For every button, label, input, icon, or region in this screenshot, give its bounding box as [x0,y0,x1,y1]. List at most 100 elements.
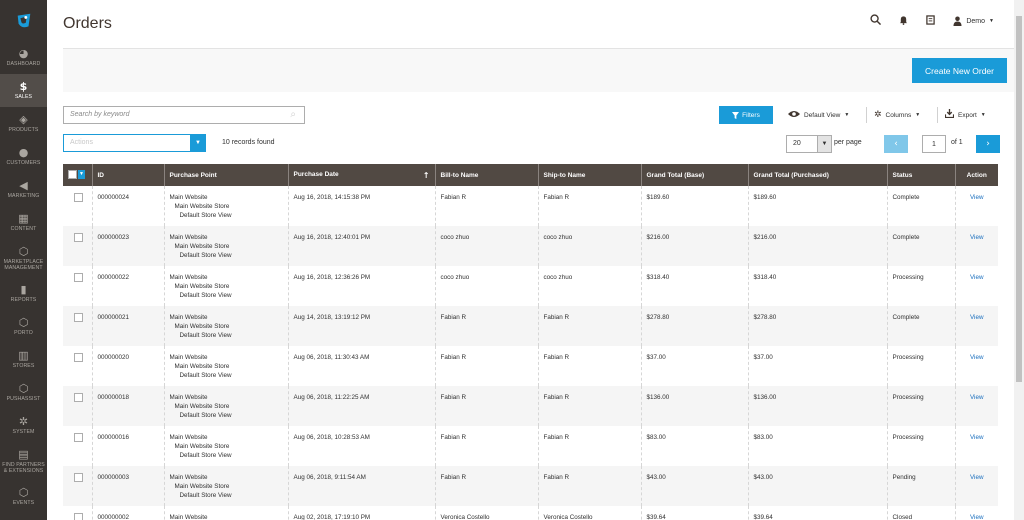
view-link[interactable]: View [954,306,998,346]
sidebar-item-label: CUSTOMERS [6,160,41,166]
sidebar-item-customers[interactable]: ● CUSTOMERS [0,140,47,173]
next-page-button[interactable]: › [976,135,1000,153]
sidebar-item-label: MARKETPLACE MANAGEMENT [3,258,44,271]
chevron-right-icon: › [986,139,990,149]
sidebar-item-find-partners-extensions[interactable]: ▤ FIND PARTNERS & EXTENSIONS [0,442,47,480]
cell-bill-to-name: Fabian R [434,306,538,346]
table-row[interactable]: 000000002Main WebsiteMain Website StoreD… [63,506,998,520]
cell-ship-to-name: Veronica Costello [537,506,641,520]
table-row[interactable]: 000000016 Main Website Main Website Store D… [63,426,998,466]
row-checkbox[interactable] [74,473,83,482]
sidebar-item-pushassist[interactable]: ⬡ PUSHASSIST [0,376,47,409]
table-row[interactable]: 000000024 Main Website Main Website Store D… [63,186,998,226]
row-checkbox[interactable] [74,233,83,242]
view-link[interactable]: View [954,466,998,506]
cell-grand-total-purchased: $39.64 [747,506,887,520]
sidebar-item-products[interactable]: ◈ PRODUCTS [0,107,47,140]
store-name: Main Website Store [174,203,230,210]
sidebar-item-label: DASHBOARD [6,61,41,67]
page-number-input[interactable]: 1 [922,135,946,153]
mass-actions-select[interactable]: Actions ▼ [63,134,206,152]
row-checkbox[interactable] [74,393,83,402]
row-checkbox-cell [63,306,92,346]
table-row[interactable]: 000000023 Main Website Main Website Store D… [63,226,998,266]
per-page-label: per page [834,139,862,146]
row-checkbox[interactable] [74,353,83,362]
view-link[interactable]: View [954,386,998,426]
magento-logo[interactable] [0,0,47,41]
table-row[interactable]: 000000020 Main Website Main Website Store D… [63,346,998,386]
sidebar-item-marketplace-management[interactable]: ⬡ MARKETPLACE MANAGEMENT [0,239,47,277]
columns-dropdown[interactable]: ✲ Columns ▼ [874,106,920,124]
sidebar-item-reports[interactable]: ▮ REPORTS [0,277,47,310]
table-row[interactable]: 000000021 Main Website Main Website Store D… [63,306,998,346]
sidebar-item-dashboard[interactable]: ◕ DASHBOARD [0,41,47,74]
search-icon[interactable]: ⌕ [290,109,296,120]
page-scrollbar[interactable] [1014,0,1024,520]
chevron-down-icon: ▼ [78,169,85,179]
store-icon: ▥ [18,349,29,362]
cell-bill-to-name: Fabian R [434,346,538,386]
select-all-checkbox[interactable]: ▼ [63,164,92,186]
view-link[interactable]: View [954,346,998,386]
row-checkbox[interactable] [74,193,83,202]
store-view-name: Default Store View [179,492,232,499]
cell-grand-total-purchased: $278.80 [747,306,887,346]
column-header-id[interactable]: ID [91,164,164,186]
column-header-purchase-date[interactable]: Purchase Date ↑ [287,164,435,186]
column-header-purchase-point[interactable]: Purchase Point [163,164,288,186]
cell-ship-to-name: Fabian R [537,186,641,226]
sidebar-item-stores[interactable]: ▥ STORES [0,343,47,376]
create-new-order-button[interactable]: Create New Order [912,58,1007,83]
website-name: Main Website [169,394,208,401]
sidebar-item-events[interactable]: ⬡ EVENTS [0,480,47,513]
sidebar-item-sales[interactable]: $ SALES [0,74,47,107]
column-header-bill-to-name[interactable]: Bill-to Name [434,164,538,186]
export-dropdown[interactable]: Export ▼ [944,106,986,124]
table-row[interactable]: 000000018 Main Website Main Website Store D… [63,386,998,426]
column-header-status[interactable]: Status [886,164,955,186]
user-icon [953,16,962,26]
view-link[interactable]: View [954,226,998,266]
previous-page-button[interactable]: ‹ [884,135,908,153]
sidebar-item-porto[interactable]: ⬡ PORTO [0,310,47,343]
sidebar-item-marketing[interactable]: ◀ MARKETING [0,173,47,206]
table-row[interactable]: 000000003 Main Website Main Website Store D… [63,466,998,506]
row-checkbox[interactable] [74,313,83,322]
view-link[interactable]: View [954,266,998,306]
row-checkbox[interactable] [74,433,83,442]
store-view-name: Default Store View [179,452,232,459]
filters-button[interactable]: Filters [719,106,773,124]
search-input[interactable]: Search by keyword ⌕ [63,106,305,124]
view-link[interactable]: View [954,186,998,226]
chevron-down-icon: ▼ [915,112,921,118]
column-header-ship-to-name[interactable]: Ship-to Name [537,164,641,186]
bell-icon[interactable] [899,15,908,28]
table-row[interactable]: 000000022 Main Website Main Website Store D… [63,266,998,306]
sidebar-item-label: MARKETING [7,193,40,199]
user-menu[interactable]: Demo ▼ [953,16,994,26]
store-view-name: Default Store View [179,252,232,259]
sidebar-item-label: SYSTEM [12,429,35,435]
store-name: Main Website Store [174,243,230,250]
row-checkbox[interactable] [74,273,83,282]
cell-grand-total-base: $318.40 [640,266,748,306]
default-view-dropdown[interactable]: Default View ▼ [788,106,849,124]
search-icon[interactable] [870,14,882,28]
scrollbar-thumb[interactable] [1016,16,1022,382]
per-page-select[interactable]: 20 ▼ [786,135,832,153]
sidebar-item-content[interactable]: ▦ CONTENT [0,206,47,239]
page-title: Orders [63,15,112,32]
cell-id: 000000024 [91,186,164,226]
sidebar-item-system[interactable]: ✲ SYSTEM [0,409,47,442]
column-header-grand-total-base[interactable]: Grand Total (Base) [640,164,748,186]
row-checkbox[interactable] [74,513,83,520]
chevron-down-icon: ▼ [190,134,206,152]
notebook-icon[interactable] [926,14,936,28]
column-header-grand-total-purchased[interactable]: Grand Total (Purchased) [747,164,887,186]
cell-id: 000000016 [91,426,164,466]
user-name: Demo [966,17,986,25]
view-link[interactable]: View [954,506,998,520]
view-link[interactable]: View [954,426,998,466]
hexagon-icon: ⬡ [18,382,29,395]
